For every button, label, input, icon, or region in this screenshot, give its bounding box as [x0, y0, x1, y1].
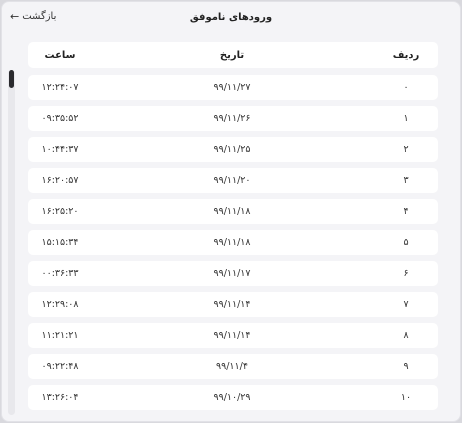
cell-date: ۹۹/۱۱/۲۷ — [213, 82, 251, 93]
cell-date: ۹۹/۱۱/۱۷ — [213, 268, 251, 279]
table-header: ساعت تاریخ ردیف — [28, 42, 438, 68]
table-row: ۱۲:۲۹:۰۸ ۹۹/۱۱/۱۴ ۷ — [28, 292, 438, 317]
cell-index: ۱ — [403, 113, 409, 124]
failed-logins-panel: ← بازگشت ورودهای ناموفق ساعت تاریخ ردیف … — [1, 1, 461, 422]
table-row: ۰۰:۳۶:۳۳ ۹۹/۱۱/۱۷ ۶ — [28, 261, 438, 286]
table-row: ۱۲:۲۴:۰۷ ۹۹/۱۱/۲۷ ۰ — [28, 75, 438, 100]
table-row: ۱۱:۲۱:۲۱ ۹۹/۱۱/۱۴ ۸ — [28, 323, 438, 348]
scrollbar[interactable] — [8, 70, 15, 415]
table-row: ۱۳:۲۶:۰۴ ۹۹/۱۰/۲۹ ۱۰ — [28, 385, 438, 410]
cell-date: ۹۹/۱۰/۲۹ — [213, 392, 251, 403]
cell-date: ۹۹/۱۱/۴ — [216, 361, 248, 372]
table-row: ۱۰:۴۴:۳۷ ۹۹/۱۱/۲۵ ۲ — [28, 137, 438, 162]
table-row: ۱۶:۲۰:۵۷ ۹۹/۱۱/۲۰ ۳ — [28, 168, 438, 193]
cell-index: ۵ — [403, 237, 409, 248]
cell-time: ۰۹:۲۲:۴۸ — [41, 361, 79, 372]
cell-time: ۱۶:۲۵:۲۰ — [41, 206, 79, 217]
cell-time: ۰۹:۳۵:۵۲ — [41, 113, 79, 124]
cell-time: ۱۰:۴۴:۳۷ — [41, 144, 79, 155]
cell-index: ۹ — [403, 361, 409, 372]
cell-date: ۹۹/۱۱/۱۴ — [213, 330, 251, 341]
cell-time: ۱۲:۲۹:۰۸ — [41, 299, 79, 310]
cell-date: ۹۹/۱۱/۱۸ — [213, 237, 251, 248]
cell-index: ۱۰ — [400, 392, 412, 403]
page-title: ورودهای ناموفق — [189, 12, 273, 23]
cell-index: ۶ — [403, 268, 409, 279]
cell-index: ۲ — [403, 144, 409, 155]
cell-time: ۱۱:۲۱:۲۱ — [41, 330, 79, 341]
column-header-index: ردیف — [392, 49, 420, 61]
cell-date: ۹۹/۱۱/۱۴ — [213, 299, 251, 310]
cell-date: ۹۹/۱۱/۲۵ — [213, 144, 251, 155]
column-header-date: تاریخ — [219, 49, 245, 61]
cell-index: ۳ — [403, 175, 409, 186]
table-row: ۰۹:۲۲:۴۸ ۹۹/۱۱/۴ ۹ — [28, 354, 438, 379]
cell-date: ۹۹/۱۱/۲۰ — [213, 175, 251, 186]
table-row: ۱۶:۲۵:۲۰ ۹۹/۱۱/۱۸ ۴ — [28, 199, 438, 224]
cell-index: ۴ — [403, 206, 409, 217]
cell-date: ۹۹/۱۱/۲۶ — [213, 113, 251, 124]
cell-index: ۰ — [403, 82, 409, 93]
cell-index: ۸ — [403, 330, 409, 341]
header: ← بازگشت ورودهای ناموفق — [2, 2, 460, 38]
cell-time: ۱۲:۲۴:۰۷ — [41, 82, 79, 93]
table-row: ۰۹:۳۵:۵۲ ۹۹/۱۱/۲۶ ۱ — [28, 106, 438, 131]
cell-date: ۹۹/۱۱/۱۸ — [213, 206, 251, 217]
cell-time: ۱۳:۲۶:۰۴ — [41, 392, 79, 403]
scrollbar-thumb[interactable] — [9, 70, 14, 88]
table-row: ۱۵:۱۵:۳۴ ۹۹/۱۱/۱۸ ۵ — [28, 230, 438, 255]
cell-index: ۷ — [403, 299, 409, 310]
cell-time: ۰۰:۳۶:۳۳ — [41, 268, 79, 279]
cell-time: ۱۶:۲۰:۵۷ — [41, 175, 79, 186]
column-header-time: ساعت — [44, 49, 76, 61]
cell-time: ۱۵:۱۵:۳۴ — [41, 237, 79, 248]
